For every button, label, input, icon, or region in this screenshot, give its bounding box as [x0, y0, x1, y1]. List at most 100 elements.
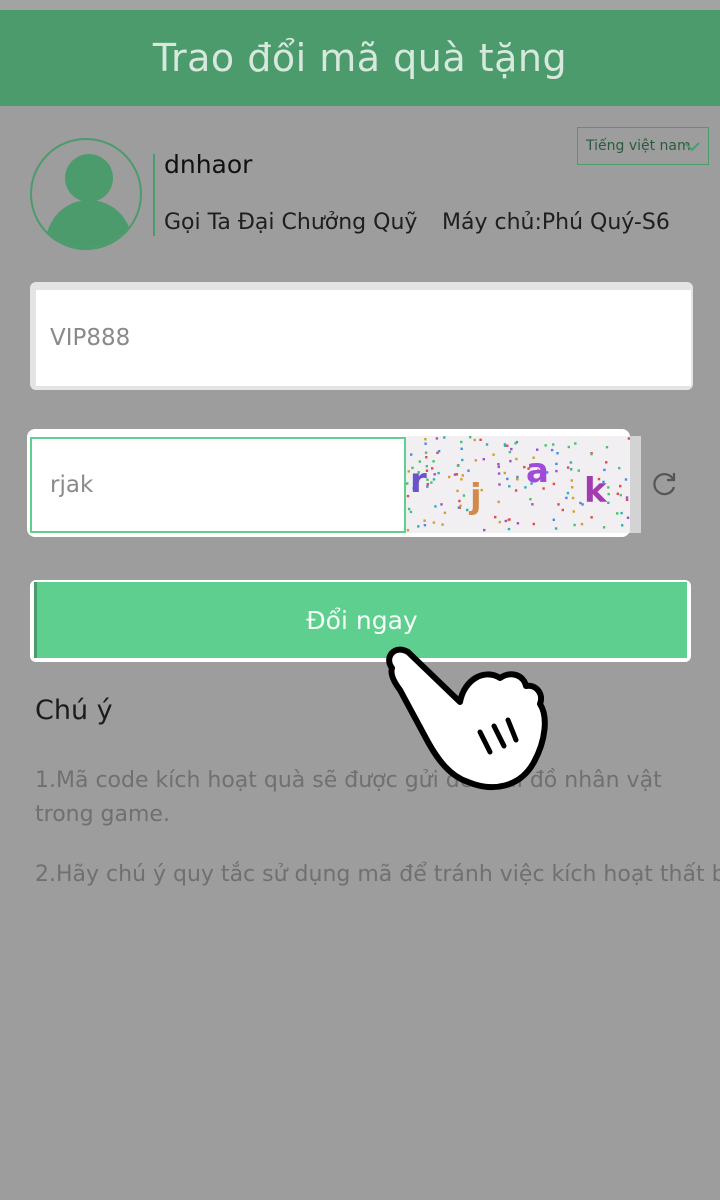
captcha-noise: [572, 510, 575, 513]
captcha-noise: [432, 460, 435, 463]
captcha-noise: [458, 499, 461, 503]
captcha-noise: [508, 518, 511, 521]
captcha-noise: [621, 524, 624, 527]
captcha-noise: [529, 498, 532, 501]
captcha-noise: [620, 511, 623, 515]
avatar-body: [46, 200, 132, 248]
captcha-noise: [566, 466, 570, 469]
captcha-noise: [432, 521, 436, 524]
captcha-noise: [508, 450, 512, 454]
captcha-noise: [571, 496, 575, 500]
captcha-noise: [619, 493, 622, 497]
captcha-noise: [430, 481, 433, 484]
captcha-noise: [497, 472, 501, 475]
captcha-noise: [616, 492, 619, 495]
captcha-letter: j: [468, 477, 482, 517]
gift-code-input[interactable]: VIP888: [36, 290, 691, 386]
captcha-noise: [625, 496, 629, 499]
captcha-noise: [580, 522, 584, 526]
gift-code-value: VIP888: [50, 325, 131, 351]
captcha-noise: [410, 453, 413, 456]
captcha-noise: [607, 486, 610, 489]
captcha-image[interactable]: r j a k: [406, 436, 630, 533]
captcha-noise: [441, 523, 444, 526]
captcha-noise: [567, 445, 570, 449]
captcha-noise: [616, 512, 619, 515]
captcha-noise: [618, 466, 621, 470]
captcha-noise: [483, 528, 486, 532]
language-select[interactable]: Tiếng việt nam: [577, 127, 709, 165]
captcha-noise: [555, 469, 558, 473]
captcha-noise: [494, 515, 497, 519]
captcha-input[interactable]: rjak: [30, 437, 406, 533]
character-name: Gọi Ta Đại Chưởng Quỹ: [164, 210, 418, 235]
captcha-noise: [433, 473, 436, 476]
captcha-noise: [514, 442, 517, 445]
captcha-noise: [624, 478, 628, 481]
username: dnhaor: [164, 150, 253, 179]
captcha-noise: [557, 503, 560, 506]
captcha-value: rjak: [50, 472, 94, 498]
captcha-noise: [607, 492, 610, 496]
captcha-noise: [469, 436, 472, 439]
captcha-noise: [479, 438, 482, 441]
captcha-noise: [460, 447, 463, 450]
captcha-noise: [423, 524, 427, 527]
captcha-noise: [514, 489, 518, 492]
redeem-button[interactable]: Đổi ngay: [34, 582, 687, 658]
captcha-noise: [461, 474, 464, 477]
captcha-noise: [497, 465, 500, 469]
captcha-noise: [516, 478, 519, 481]
captcha-noise: [434, 505, 437, 508]
captcha-noise: [556, 452, 559, 455]
captcha-noise: [570, 479, 573, 482]
captcha-noise: [424, 442, 427, 445]
captcha-noise: [516, 522, 520, 525]
captcha-noise: [462, 494, 466, 497]
captcha-noise: [460, 440, 463, 444]
captcha-noise: [406, 482, 409, 485]
note-item: 1.Mã code kích hoạt quà sẽ được gửi đến …: [35, 768, 662, 827]
captcha-noise: [532, 522, 535, 526]
captcha-noise: [565, 496, 568, 500]
captcha-noise: [625, 498, 629, 501]
avatar-head: [65, 154, 113, 202]
captcha-noise: [503, 471, 506, 475]
captcha-noise: [577, 469, 580, 472]
captcha-letter: k: [584, 471, 608, 511]
captcha-noise: [459, 504, 462, 507]
language-select-value: Tiếng việt nam: [586, 138, 691, 154]
captcha-noise: [424, 451, 428, 454]
captcha-noise: [552, 518, 555, 521]
captcha-edge: [630, 436, 641, 533]
captcha-noise: [407, 507, 411, 511]
captcha-noise: [619, 484, 622, 488]
captcha-letter: r: [410, 461, 427, 501]
captcha-noise: [509, 459, 512, 463]
user-avatar-icon: [30, 138, 142, 250]
captcha-noise: [552, 443, 555, 446]
captcha-noise: [456, 489, 459, 493]
captcha-noise: [437, 471, 440, 475]
captcha-noise: [409, 510, 413, 514]
captcha-noise: [507, 527, 511, 531]
captcha-noise: [626, 516, 630, 519]
captcha-noise: [474, 459, 477, 462]
captcha-noise: [503, 443, 507, 446]
captcha-noise: [566, 491, 570, 495]
captcha-noise: [424, 438, 427, 441]
refresh-icon[interactable]: [649, 469, 679, 499]
captcha-noise: [590, 452, 593, 456]
captcha-noise: [555, 462, 558, 466]
captcha-noise: [506, 444, 509, 447]
captcha-noise: [550, 448, 554, 452]
captcha-noise: [406, 529, 410, 532]
captcha-noise: [602, 526, 606, 529]
captcha-noise: [506, 477, 509, 481]
captcha-noise: [431, 467, 434, 470]
captcha-noise: [426, 483, 429, 486]
captcha-noise: [473, 438, 476, 442]
captcha-noise: [443, 436, 446, 439]
notes-title: Chú ý: [35, 695, 113, 726]
captcha-letter: a: [526, 451, 549, 491]
